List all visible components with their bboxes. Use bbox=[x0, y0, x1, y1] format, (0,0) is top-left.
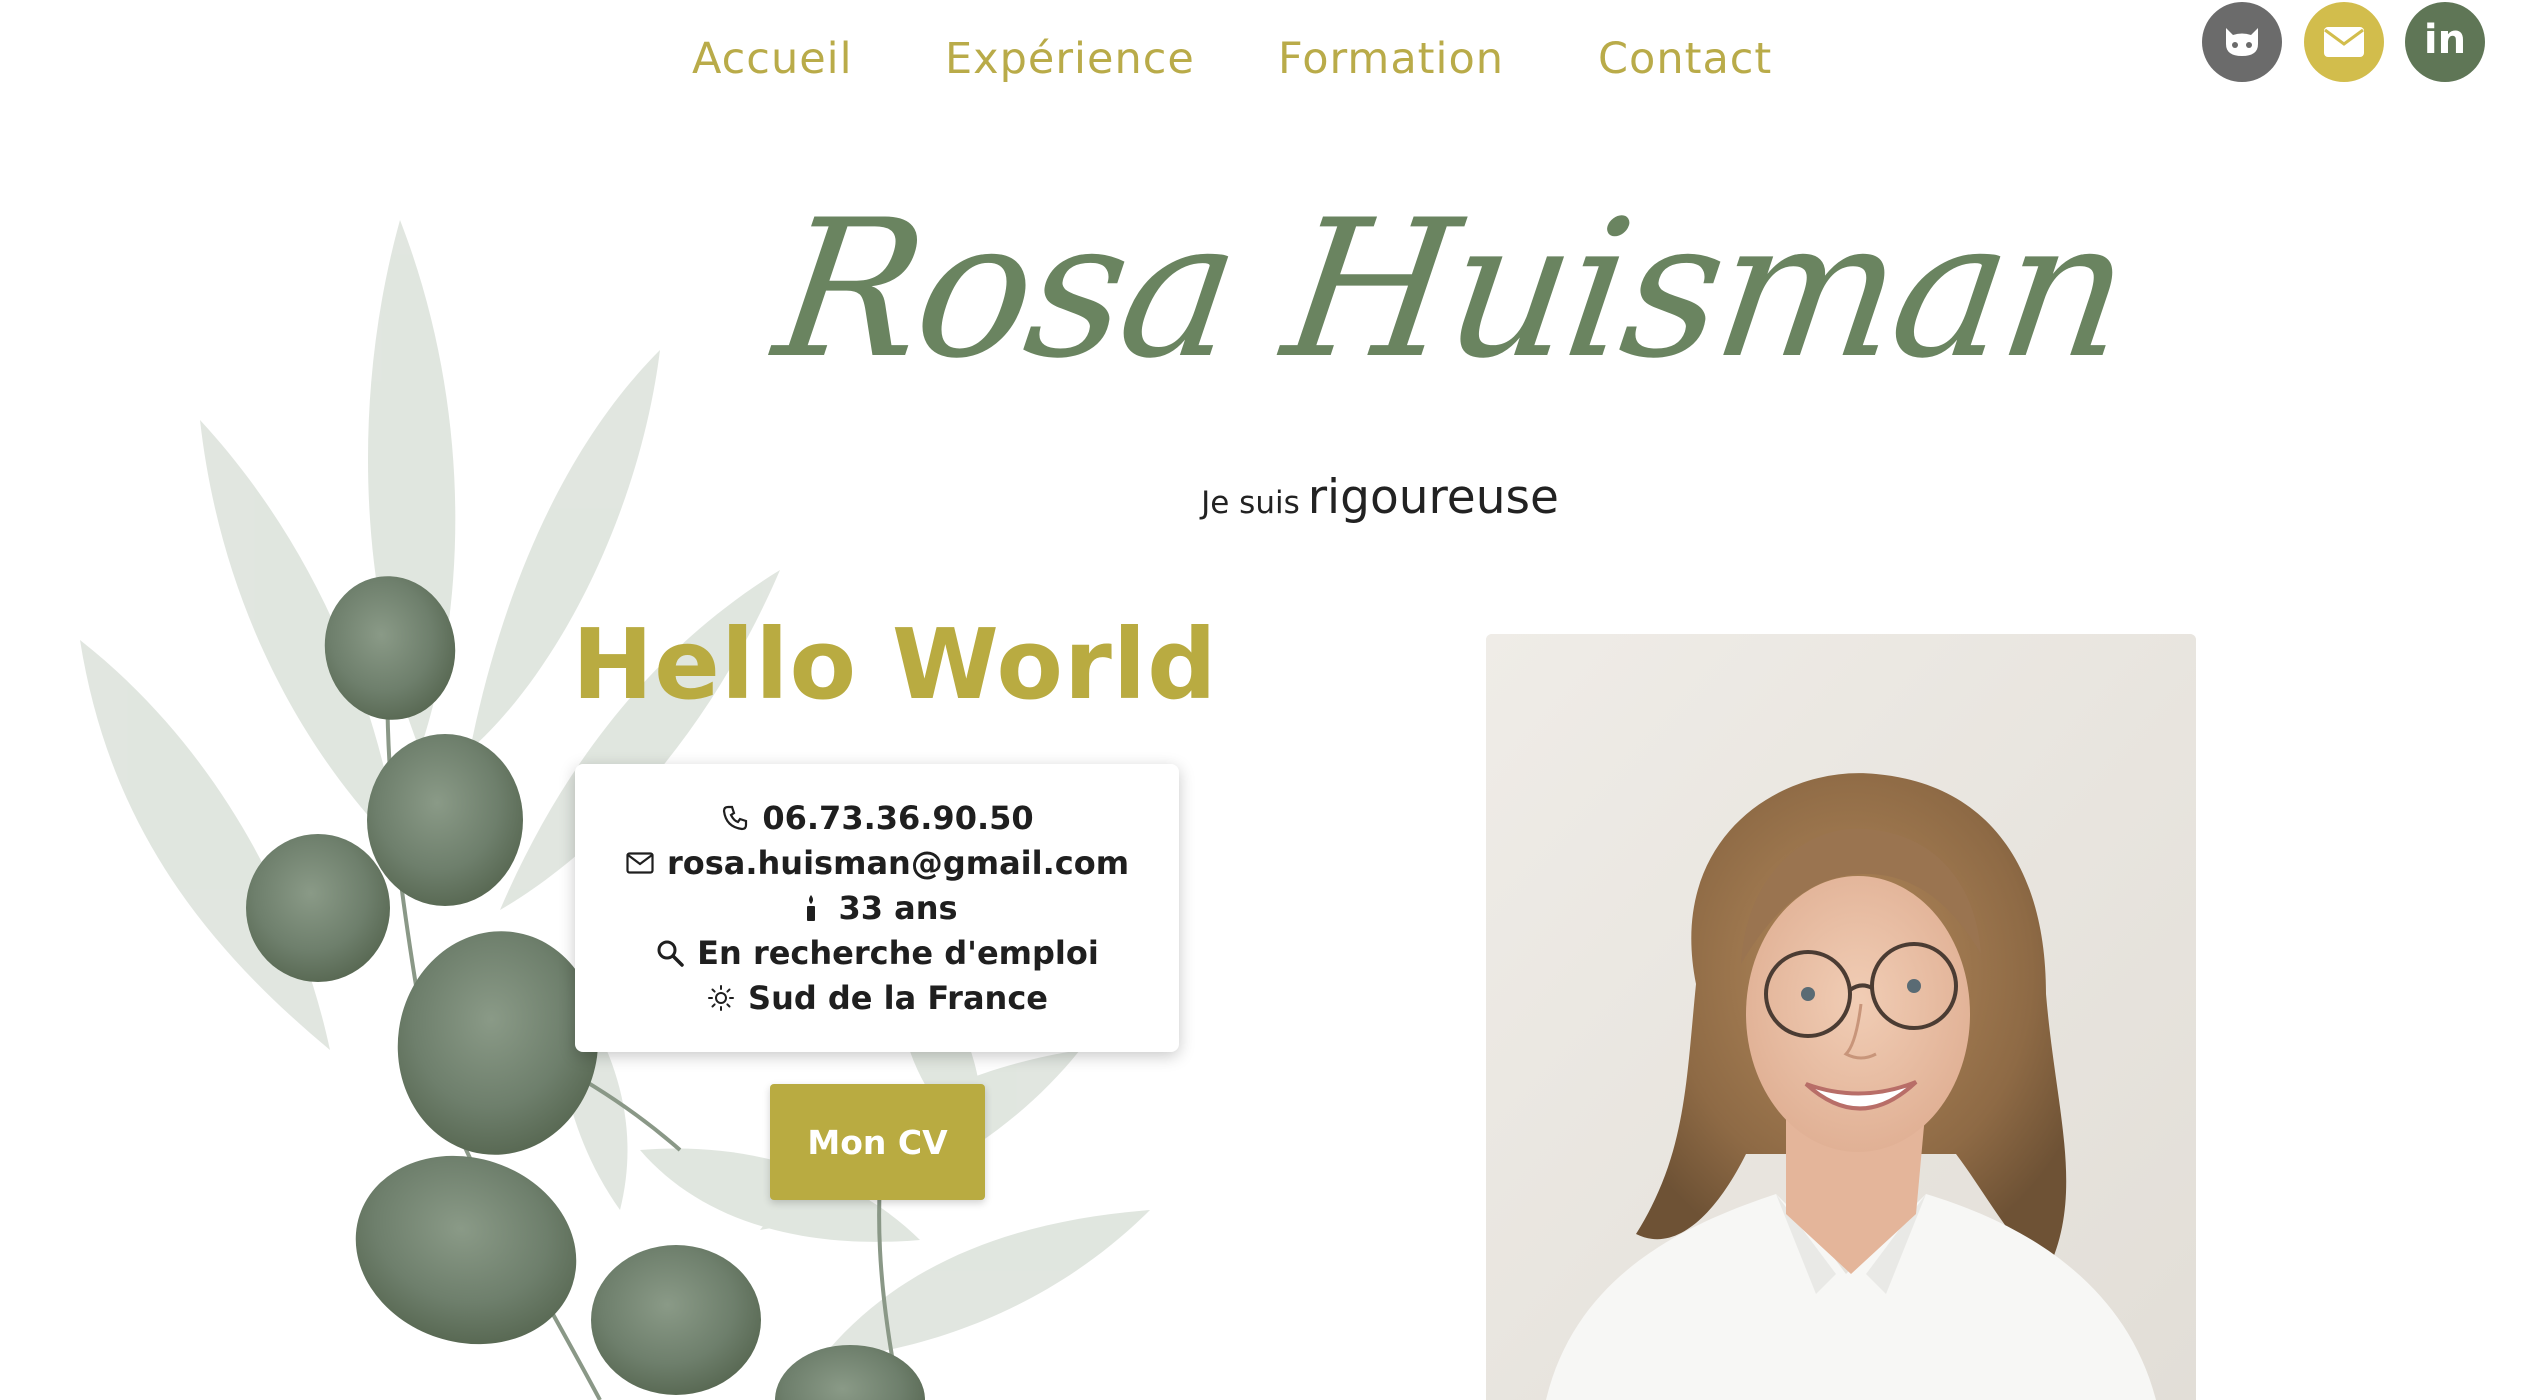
info-status: En recherche d'emploi bbox=[697, 934, 1099, 972]
main-nav: Accueil Expérience Formation Contact bbox=[0, 34, 2540, 94]
linkedin-icon: in bbox=[2423, 17, 2467, 63]
tagline: Je suis rigoureuse bbox=[0, 470, 2540, 525]
info-row-location: Sud de la France bbox=[575, 976, 1179, 1020]
name-title: Rosa Huisman bbox=[764, 179, 2139, 400]
github-button[interactable] bbox=[2202, 2, 2282, 82]
info-row-phone: 06.73.36.90.50 bbox=[575, 796, 1179, 840]
info-location: Sud de la France bbox=[748, 979, 1048, 1017]
info-phone: 06.73.36.90.50 bbox=[762, 799, 1034, 837]
email-button[interactable] bbox=[2304, 2, 2384, 82]
nav-link-experience[interactable]: Expérience bbox=[945, 34, 1195, 84]
phone-icon bbox=[720, 803, 750, 833]
envelope-outline-icon bbox=[625, 848, 655, 878]
github-icon bbox=[2226, 28, 2258, 56]
envelope-icon bbox=[2324, 27, 2364, 57]
info-age: 33 ans bbox=[838, 889, 958, 927]
intro-heading: Hello World bbox=[572, 608, 1218, 721]
portfolio-page: Accueil Expérience Formation Contact in … bbox=[0, 0, 2540, 1400]
linkedin-button[interactable]: in bbox=[2405, 2, 2485, 82]
info-email: rosa.huisman@gmail.com bbox=[666, 844, 1130, 882]
sun-icon bbox=[706, 983, 736, 1013]
info-row-email: rosa.huisman@gmail.com bbox=[575, 841, 1179, 885]
tagline-prefix: Je suis bbox=[1201, 485, 1300, 521]
info-row-age: 33 ans bbox=[575, 886, 1179, 930]
cv-button[interactable]: Mon CV bbox=[770, 1084, 985, 1200]
nav-link-formation[interactable]: Formation bbox=[1278, 34, 1504, 84]
profile-photo bbox=[1486, 634, 2196, 1400]
nav-link-contact[interactable]: Contact bbox=[1598, 34, 1772, 84]
nav-link-accueil[interactable]: Accueil bbox=[692, 34, 853, 84]
info-row-status: En recherche d'emploi bbox=[575, 931, 1179, 975]
candle-icon bbox=[796, 893, 826, 923]
search-icon bbox=[655, 938, 685, 968]
tagline-word: rigoureuse bbox=[1307, 470, 1559, 525]
contact-info-card: 06.73.36.90.50 rosa.huisman@gmail.com 33… bbox=[575, 764, 1179, 1052]
